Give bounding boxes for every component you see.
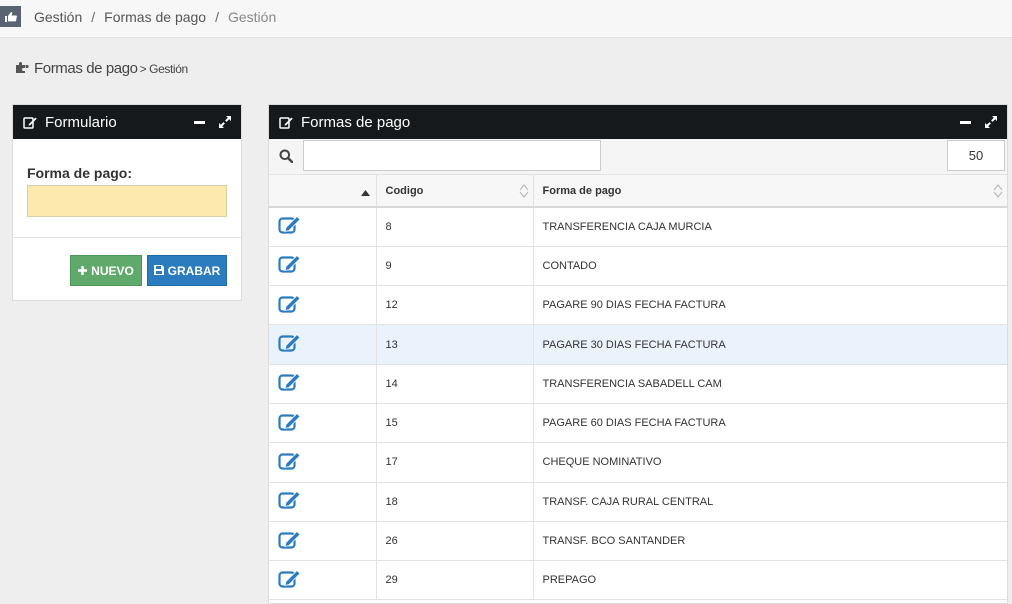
- row-edit-cell: [269, 442, 377, 483]
- edit-icon[interactable]: [278, 490, 302, 510]
- table-header-row: Codigo Forma de pago: [269, 175, 1007, 208]
- cell-forma-de-pago: TRANSF. BCO SANTANDER: [533, 521, 1007, 562]
- breadcrumb-current: Gestión: [227, 9, 277, 25]
- grabar-button-label: GRABAR: [167, 263, 221, 278]
- edit-icon: [23, 116, 37, 129]
- cell-codigo: 26: [376, 521, 534, 562]
- form-panel-header: Formulario: [13, 105, 241, 139]
- form-panel: Formulario Forma de pago: NUEVO GRABAR: [12, 104, 242, 301]
- cell-forma-de-pago: CONTADO: [533, 246, 1007, 287]
- cell-forma-de-pago: TRANSFERENCIA CAJA MURCIA: [533, 207, 1007, 247]
- cell-codigo: 8: [376, 207, 534, 247]
- table-row[interactable]: 17 CHEQUE NOMINATIVO: [269, 442, 1007, 483]
- table-row[interactable]: 9 CONTADO: [269, 246, 1007, 287]
- edit-icon[interactable]: [278, 569, 302, 589]
- column-header-codigo[interactable]: Codigo: [376, 175, 534, 208]
- table-row[interactable]: 29 PREPAGO: [269, 560, 1007, 601]
- cell-forma-de-pago: TRANSF. CAJA RURAL CENTRAL: [533, 482, 1007, 522]
- edit-icon[interactable]: [278, 412, 302, 432]
- search-bar: 50: [269, 139, 1007, 175]
- grabar-button[interactable]: GRABAR: [147, 255, 227, 286]
- cell-forma-de-pago: PAGARE 60 DIAS FECHA FACTURA: [533, 403, 1007, 444]
- puzzle-icon: [15, 60, 29, 77]
- edit-icon[interactable]: [278, 333, 302, 353]
- edit-icon[interactable]: [278, 451, 302, 471]
- cell-forma-de-pago: TRANSFERENCIA SABADELL CAM: [533, 364, 1007, 404]
- nuevo-button[interactable]: NUEVO: [70, 255, 142, 286]
- edit-icon: [279, 116, 293, 129]
- table-row[interactable]: 26 TRANSF. BCO SANTANDER: [269, 521, 1007, 562]
- row-edit-cell: [269, 482, 377, 522]
- breadcrumb: Gestión / Formas de pago / Gestión: [34, 9, 276, 25]
- cell-codigo: 14: [376, 364, 534, 404]
- expand-icon[interactable]: [985, 116, 997, 128]
- nuevo-button-label: NUEVO: [91, 263, 134, 278]
- row-edit-cell: [269, 560, 377, 601]
- form-body: Forma de pago:: [13, 139, 241, 238]
- cell-codigo: 15: [376, 403, 534, 444]
- cell-forma-de-pago: PAGARE 30 DIAS FECHA FACTURA: [533, 324, 1007, 365]
- breadcrumb-separator: /: [91, 9, 96, 25]
- table-row[interactable]: 15 PAGARE 60 DIAS FECHA FACTURA: [269, 403, 1007, 444]
- table-row[interactable]: 14 TRANSFERENCIA SABADELL CAM: [269, 364, 1007, 404]
- row-edit-cell: [269, 246, 377, 287]
- cell-forma-de-pago: PAGARE 90 DIAS FECHA FACTURA: [533, 285, 1007, 326]
- edit-icon[interactable]: [278, 372, 302, 392]
- search-input[interactable]: [303, 140, 601, 171]
- row-edit-cell: [269, 521, 377, 562]
- hand-point-icon[interactable]: [0, 6, 21, 27]
- sort-icon: [993, 184, 1003, 201]
- breadcrumb-item-gestion[interactable]: Gestión: [34, 9, 82, 25]
- breadcrumb-item-formas-de-pago[interactable]: Formas de pago: [104, 9, 206, 25]
- table-row[interactable]: 18 TRANSF. CAJA RURAL CENTRAL: [269, 482, 1007, 522]
- list-panel: Formas de pago 50 Codigo Forma de pago 8…: [268, 104, 1008, 604]
- table-row[interactable]: 8 TRANSFERENCIA CAJA MURCIA: [269, 207, 1007, 247]
- cell-forma-de-pago: PREPAGO: [533, 560, 1007, 601]
- cell-codigo: 18: [376, 482, 534, 522]
- list-panel-title: Formas de pago: [301, 113, 411, 131]
- table-row[interactable]: 13 PAGARE 30 DIAS FECHA FACTURA: [269, 324, 1007, 365]
- formas-de-pago-table: Codigo Forma de pago 8 TRANSFERENCIA CAJA…: [269, 175, 1007, 601]
- edit-icon[interactable]: [278, 215, 302, 235]
- search-icon[interactable]: [269, 139, 303, 173]
- form-actions: NUEVO GRABAR: [13, 238, 241, 300]
- forma-de-pago-input[interactable]: [27, 185, 227, 217]
- floppy-icon: [153, 264, 164, 278]
- edit-icon[interactable]: [278, 294, 302, 314]
- page-title: Formas de pago > Gestión: [15, 60, 188, 77]
- sort-asc-icon: [360, 187, 370, 199]
- cell-codigo: 12: [376, 285, 534, 326]
- cell-codigo: 13: [376, 324, 534, 365]
- table-row[interactable]: 12 PAGARE 90 DIAS FECHA FACTURA: [269, 285, 1007, 326]
- cell-forma-de-pago: CHEQUE NOMINATIVO: [533, 442, 1007, 483]
- row-edit-cell: [269, 285, 377, 326]
- column-header-forma-de-pago[interactable]: Forma de pago: [533, 175, 1007, 208]
- row-edit-cell: [269, 403, 377, 444]
- sort-icon: [519, 184, 529, 201]
- row-edit-cell: [269, 207, 377, 247]
- minus-icon[interactable]: [960, 117, 971, 128]
- row-edit-cell: [269, 364, 377, 404]
- breadcrumb-separator: /: [215, 9, 219, 25]
- page-size-select[interactable]: 50: [947, 140, 1005, 171]
- plus-icon: [78, 264, 88, 278]
- minus-icon[interactable]: [194, 117, 205, 128]
- page-title-sub: > Gestión: [139, 61, 189, 76]
- page-title-main: Formas de pago: [34, 60, 138, 77]
- cell-codigo: 17: [376, 442, 534, 483]
- edit-icon[interactable]: [278, 254, 302, 274]
- top-bar: Gestión / Formas de pago / Gestión: [0, 0, 1012, 38]
- form-panel-title: Formulario: [45, 113, 117, 131]
- list-panel-header: Formas de pago: [269, 105, 1007, 139]
- expand-icon[interactable]: [219, 116, 231, 128]
- column-header-actions[interactable]: [269, 175, 377, 208]
- cell-codigo: 9: [376, 246, 534, 287]
- forma-de-pago-label: Forma de pago:: [27, 165, 133, 181]
- row-edit-cell: [269, 324, 377, 365]
- edit-icon[interactable]: [278, 530, 302, 550]
- cell-codigo: 29: [376, 560, 534, 601]
